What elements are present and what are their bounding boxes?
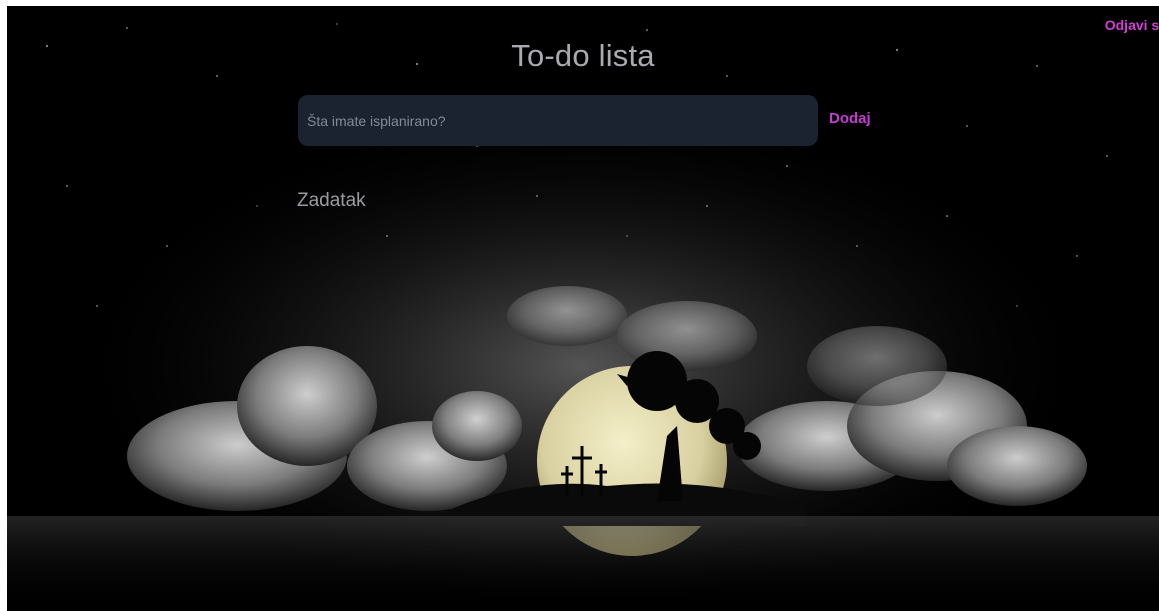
logout-link[interactable]: Odjavi se [1105, 17, 1159, 33]
page-title: To-do lista [511, 38, 655, 73]
task-column-header: Zadatak [297, 190, 366, 211]
app-viewport: Odjavi se To-do lista Dodaj Zadatak [7, 6, 1159, 611]
todo-input[interactable] [298, 95, 818, 146]
add-button[interactable]: Dodaj [829, 110, 871, 127]
